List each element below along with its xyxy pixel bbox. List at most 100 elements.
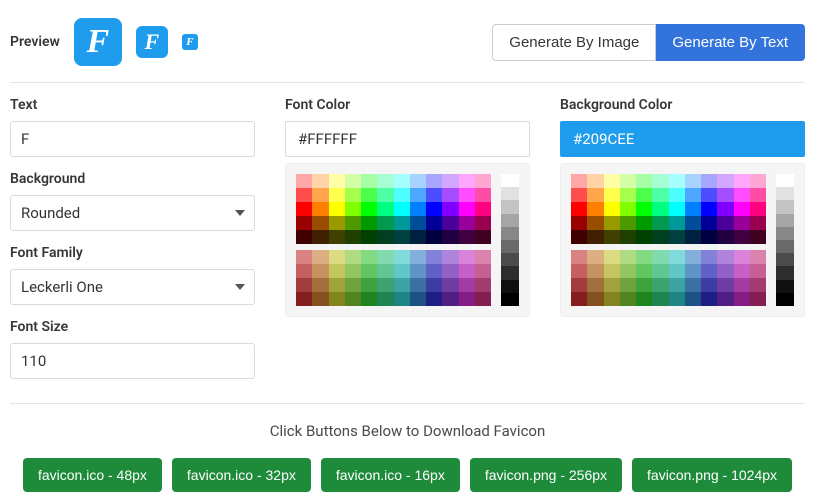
color-swatch[interactable] (620, 230, 636, 244)
gray-swatch[interactable] (776, 214, 794, 227)
color-swatch[interactable] (442, 230, 458, 244)
gray-swatch[interactable] (501, 240, 519, 253)
generate-by-text-button[interactable]: Generate By Text (656, 24, 805, 61)
color-swatch[interactable] (717, 264, 733, 278)
color-swatch[interactable] (329, 264, 345, 278)
color-swatch[interactable] (459, 202, 475, 216)
color-swatch[interactable] (361, 202, 377, 216)
color-swatch[interactable] (734, 188, 750, 202)
color-swatch[interactable] (734, 292, 750, 306)
color-swatch[interactable] (442, 174, 458, 188)
color-swatch[interactable] (394, 174, 410, 188)
color-swatch[interactable] (361, 278, 377, 292)
color-swatch[interactable] (426, 202, 442, 216)
color-swatch[interactable] (329, 188, 345, 202)
color-swatch[interactable] (426, 292, 442, 306)
color-swatch[interactable] (361, 188, 377, 202)
color-swatch[interactable] (604, 250, 620, 264)
color-swatch[interactable] (734, 202, 750, 216)
color-swatch[interactable] (345, 250, 361, 264)
download-ico-32[interactable]: favicon.ico - 32px (172, 458, 311, 492)
color-swatch[interactable] (345, 278, 361, 292)
color-swatch[interactable] (329, 292, 345, 306)
color-swatch[interactable] (571, 230, 587, 244)
select-background[interactable]: Rounded (10, 195, 255, 231)
color-swatch[interactable] (410, 174, 426, 188)
color-swatch[interactable] (426, 278, 442, 292)
color-swatch[interactable] (604, 278, 620, 292)
color-swatch[interactable] (361, 216, 377, 230)
color-swatch[interactable] (604, 188, 620, 202)
color-swatch[interactable] (296, 250, 312, 264)
gray-swatch[interactable] (501, 200, 519, 213)
color-swatch[interactable] (410, 202, 426, 216)
color-swatch[interactable] (296, 174, 312, 188)
color-swatch[interactable] (296, 264, 312, 278)
color-swatch[interactable] (329, 174, 345, 188)
color-swatch[interactable] (571, 292, 587, 306)
color-swatch[interactable] (685, 264, 701, 278)
select-font-family[interactable]: Leckerli One (10, 269, 255, 305)
color-swatch[interactable] (669, 278, 685, 292)
color-swatch[interactable] (734, 174, 750, 188)
color-swatch[interactable] (750, 216, 766, 230)
color-swatch[interactable] (361, 264, 377, 278)
color-swatch[interactable] (426, 264, 442, 278)
color-swatch[interactable] (426, 230, 442, 244)
color-swatch[interactable] (329, 250, 345, 264)
color-swatch[interactable] (312, 278, 328, 292)
color-swatch[interactable] (475, 216, 491, 230)
color-swatch[interactable] (604, 264, 620, 278)
color-swatch[interactable] (685, 174, 701, 188)
color-swatch[interactable] (701, 278, 717, 292)
color-swatch[interactable] (750, 264, 766, 278)
color-swatch[interactable] (571, 174, 587, 188)
color-swatch[interactable] (750, 230, 766, 244)
color-swatch[interactable] (652, 216, 668, 230)
color-swatch[interactable] (329, 230, 345, 244)
color-swatch[interactable] (459, 292, 475, 306)
color-swatch[interactable] (459, 188, 475, 202)
download-png-256[interactable]: favicon.png - 256px (470, 458, 622, 492)
color-swatch[interactable] (750, 188, 766, 202)
color-swatch[interactable] (426, 250, 442, 264)
gray-swatch[interactable] (501, 266, 519, 279)
color-swatch[interactable] (410, 188, 426, 202)
color-swatch[interactable] (685, 278, 701, 292)
color-swatch[interactable] (636, 230, 652, 244)
color-swatch[interactable] (442, 202, 458, 216)
bg-color-swatch-grid[interactable] (571, 174, 766, 306)
color-swatch[interactable] (734, 230, 750, 244)
color-swatch[interactable] (685, 292, 701, 306)
color-swatch[interactable] (296, 202, 312, 216)
color-swatch[interactable] (312, 230, 328, 244)
color-swatch[interactable] (717, 250, 733, 264)
color-swatch[interactable] (394, 250, 410, 264)
color-swatch[interactable] (750, 174, 766, 188)
color-swatch[interactable] (734, 278, 750, 292)
color-swatch[interactable] (394, 292, 410, 306)
color-swatch[interactable] (701, 174, 717, 188)
color-swatch[interactable] (604, 216, 620, 230)
color-swatch[interactable] (604, 230, 620, 244)
download-ico-16[interactable]: favicon.ico - 16px (321, 458, 460, 492)
color-swatch[interactable] (669, 250, 685, 264)
color-swatch[interactable] (717, 292, 733, 306)
color-swatch[interactable] (620, 278, 636, 292)
color-swatch[interactable] (652, 278, 668, 292)
color-swatch[interactable] (701, 202, 717, 216)
color-swatch[interactable] (329, 216, 345, 230)
color-swatch[interactable] (571, 216, 587, 230)
color-swatch[interactable] (587, 202, 603, 216)
color-swatch[interactable] (652, 292, 668, 306)
color-swatch[interactable] (296, 278, 312, 292)
color-swatch[interactable] (426, 188, 442, 202)
color-swatch[interactable] (571, 250, 587, 264)
font-color-value[interactable]: #FFFFFF (285, 121, 530, 157)
color-swatch[interactable] (701, 292, 717, 306)
color-swatch[interactable] (636, 216, 652, 230)
color-swatch[interactable] (442, 292, 458, 306)
color-swatch[interactable] (312, 202, 328, 216)
color-swatch[interactable] (587, 250, 603, 264)
color-swatch[interactable] (652, 230, 668, 244)
